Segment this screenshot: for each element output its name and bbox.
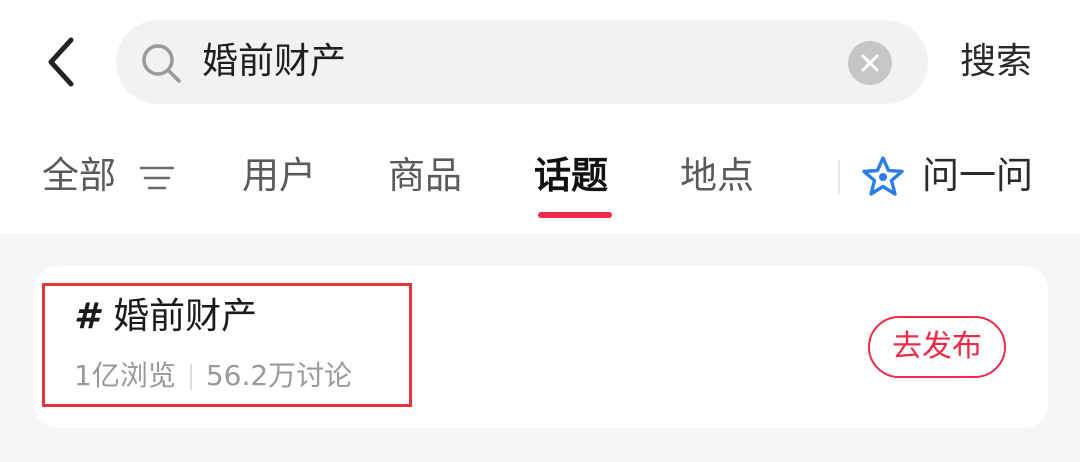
category-tabs: 全部 用户 商品 话题 地点 问一问	[0, 124, 1080, 234]
topic-title[interactable]: # 婚前财产	[74, 292, 257, 342]
tab-divider	[838, 160, 840, 194]
ask-tab-label[interactable]: 问一问	[922, 124, 1033, 224]
back-button[interactable]	[38, 34, 88, 90]
topic-stats: 1亿浏览 56.2万讨论	[74, 354, 352, 398]
search-submit-button[interactable]: 搜索	[960, 0, 1032, 124]
results-area: # 婚前财产 1亿浏览 56.2万讨论 去发布	[0, 234, 1080, 462]
ask-ai-star-icon[interactable]	[860, 154, 906, 200]
search-bar[interactable]: 婚前财产	[116, 20, 928, 104]
tab-topics[interactable]: 话题	[534, 124, 608, 224]
back-arrow-icon	[48, 37, 74, 87]
publish-button[interactable]: 去发布	[868, 316, 1006, 378]
filter-icon[interactable]	[140, 165, 174, 191]
tab-all[interactable]: 全部	[42, 124, 116, 224]
tab-products[interactable]: 商品	[388, 124, 462, 224]
view-count: 1亿浏览	[74, 359, 176, 392]
search-header: 婚前财产 搜索	[0, 0, 1080, 124]
search-input[interactable]: 婚前财产	[202, 20, 346, 104]
tab-places[interactable]: 地点	[680, 124, 754, 224]
discussion-count: 56.2万讨论	[205, 359, 353, 392]
close-icon	[861, 54, 879, 72]
search-results-page: 婚前财产 搜索 全部 用户 商品 话题 地点 问一问 # 婚前财产 1亿浏览 5…	[0, 0, 1080, 462]
topic-card[interactable]: # 婚前财产 1亿浏览 56.2万讨论 去发布	[34, 266, 1048, 428]
search-icon	[142, 44, 181, 83]
active-tab-indicator	[538, 212, 612, 218]
clear-search-button[interactable]	[848, 41, 892, 85]
stat-divider	[189, 364, 192, 390]
tab-users[interactable]: 用户	[242, 124, 316, 224]
topic-title-text: 婚前财产	[113, 296, 258, 337]
hashtag-icon: #	[74, 296, 100, 337]
